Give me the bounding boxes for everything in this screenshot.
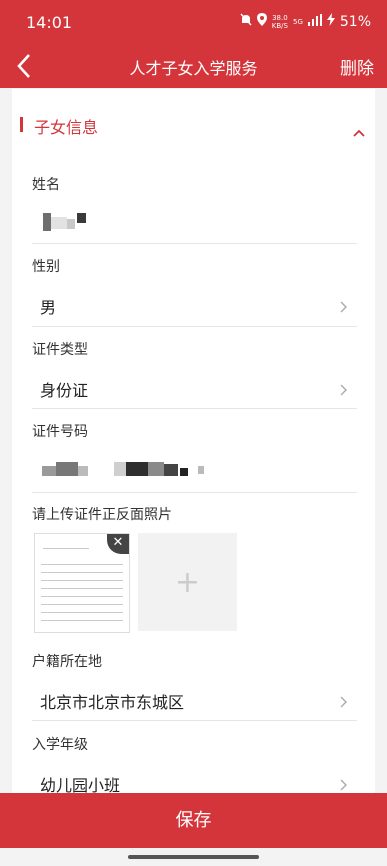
gender-field[interactable]: 性别 男 <box>32 243 357 327</box>
charging-icon <box>326 13 335 30</box>
gender-label: 性别 <box>32 259 60 275</box>
section-header[interactable]: 子女信息 <box>12 89 375 159</box>
id-number-label: 证件号码 <box>32 424 88 440</box>
net-speed: 38.0 KB/S <box>272 14 288 30</box>
section-marker <box>20 117 23 132</box>
id-type-label: 证件类型 <box>32 342 88 358</box>
nav-bar: 人才子女入学服务 删除 <box>0 46 387 88</box>
page-title: 人才子女入学服务 <box>129 59 258 78</box>
save-button[interactable]: 保存 <box>0 793 387 848</box>
section-title: 子女信息 <box>34 118 99 137</box>
id-number-field[interactable]: 证件号码 <box>32 408 357 493</box>
home-indicator[interactable] <box>128 855 259 859</box>
status-icons: 38.0 KB/S 5G 51% <box>240 13 371 30</box>
form-card: 子女信息 姓名 性别 男 证件类型 身份证 证件号码 请上传证件正反面照片 ✕ … <box>12 89 375 799</box>
chevron-right-icon <box>340 693 347 708</box>
battery-level: 51% <box>339 13 371 30</box>
id-type-field[interactable]: 证件类型 身份证 <box>32 326 357 409</box>
id-photo-thumbnail[interactable]: ✕ <box>34 533 130 633</box>
delete-button[interactable]: 删除 <box>340 54 374 79</box>
name-label: 姓名 <box>32 177 60 193</box>
mute-icon <box>240 13 252 30</box>
status-time: 14:01 <box>26 13 73 32</box>
chevron-right-icon <box>340 298 347 313</box>
chevron-right-icon <box>340 776 347 791</box>
signal-icon <box>307 13 322 30</box>
chevron-up-icon[interactable] <box>353 122 365 137</box>
net-speed-unit: KB/S <box>271 21 288 30</box>
name-field[interactable]: 姓名 <box>32 159 357 244</box>
plus-icon: + <box>174 565 201 600</box>
status-bar: 14:01 38.0 KB/S 5G 51% <box>0 0 387 46</box>
close-icon[interactable]: ✕ <box>107 534 129 554</box>
household-label: 户籍所在地 <box>32 654 102 670</box>
household-field[interactable]: 户籍所在地 北京市北京市东城区 <box>32 638 357 721</box>
household-value: 北京市北京市东城区 <box>40 693 185 712</box>
grade-label: 入学年级 <box>32 737 88 753</box>
network-type: 5G <box>292 17 303 26</box>
id-type-value: 身份证 <box>40 381 89 400</box>
add-photo-button[interactable]: + <box>138 533 237 631</box>
location-icon <box>256 13 267 30</box>
upload-label: 请上传证件正反面照片 <box>32 507 172 523</box>
gender-value: 男 <box>40 298 57 317</box>
chevron-right-icon <box>340 381 347 396</box>
net-speed-value: 38.0 <box>272 13 288 22</box>
grade-field[interactable]: 入学年级 幼儿园小班 <box>32 720 357 799</box>
